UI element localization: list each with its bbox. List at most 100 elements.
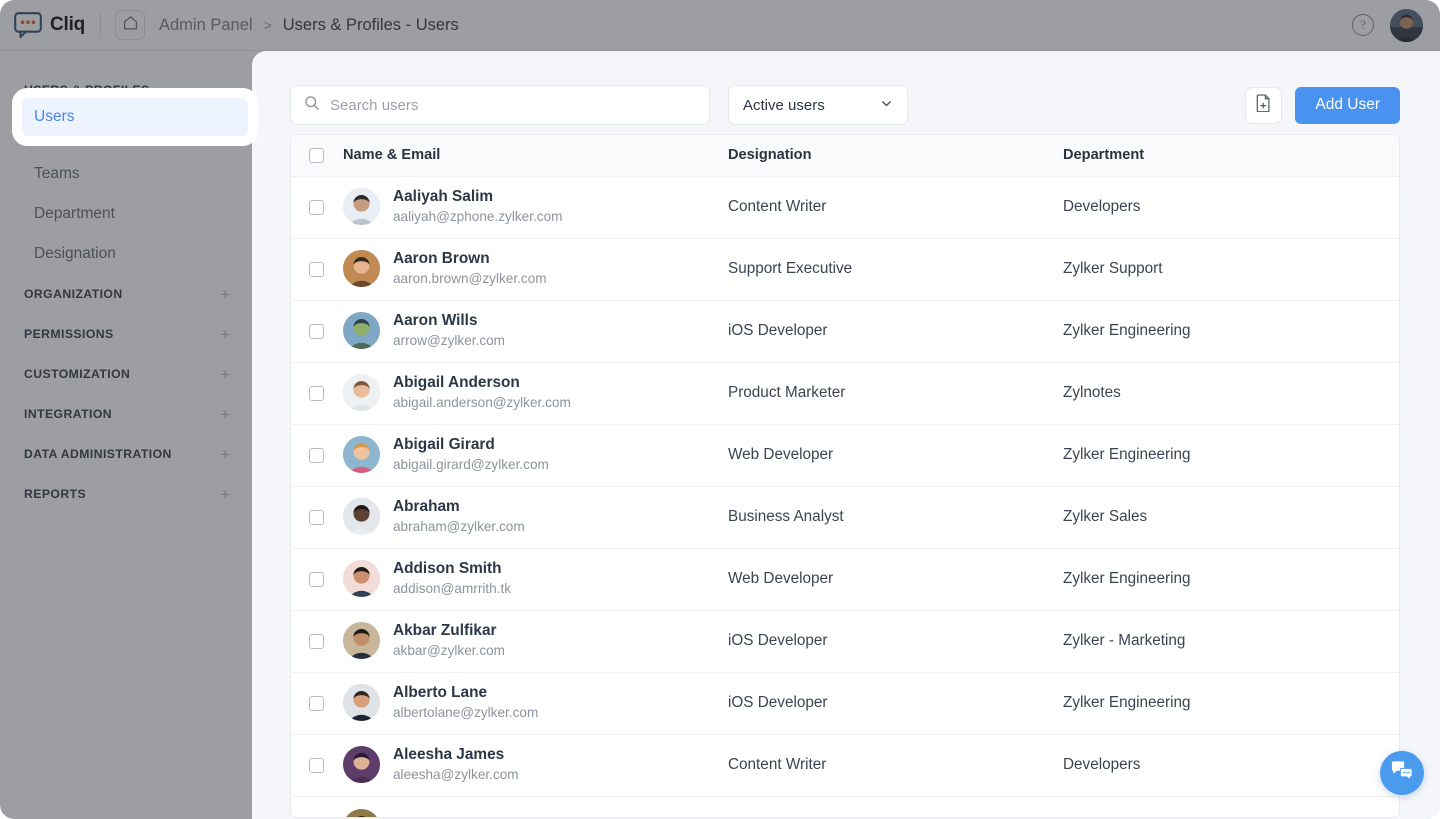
avatar	[343, 684, 380, 722]
row-checkbox[interactable]	[309, 633, 324, 649]
table-row[interactable]: Abigail Anderson abigail.anderson@zylker.…	[291, 362, 1399, 425]
avatar	[343, 188, 380, 226]
filter-selected-value: Active users	[743, 96, 825, 114]
plus-icon[interactable]: +	[220, 286, 230, 303]
sidebar-group-label: INTEGRATION	[24, 407, 113, 421]
person-email: akbar@zylker.com	[393, 643, 506, 659]
sidebar-group-integration[interactable]: INTEGRATION +	[0, 394, 252, 434]
person-identity: Alberto Lane albertolane@zylker.com	[393, 683, 538, 722]
row-checkbox[interactable]	[309, 757, 324, 773]
cell-designation	[728, 796, 1063, 817]
person-identity: Aaron Brown aaron.brown@zylker.com	[393, 249, 547, 288]
cell-name-email: Abigail Anderson abigail.anderson@zylker.…	[343, 362, 728, 425]
avatar[interactable]	[1390, 8, 1423, 42]
cell-department	[1063, 796, 1399, 817]
plus-icon[interactable]: +	[220, 366, 230, 383]
table-row[interactable]: Abraham abraham@zylker.com Business Analys…	[291, 486, 1399, 549]
plus-icon[interactable]: +	[220, 446, 230, 463]
row-checkbox[interactable]	[309, 447, 324, 463]
sidebar-group-reports[interactable]: REPORTS +	[0, 474, 252, 514]
table-row[interactable]: Aaliyah Salim aaliyah@zphone.zylker.com Co…	[291, 176, 1399, 239]
plus-icon[interactable]: +	[220, 486, 230, 503]
person-email: addison@amrrith.tk	[393, 581, 512, 597]
chat-bubbles-icon	[1390, 760, 1414, 787]
row-select-cell	[291, 300, 343, 363]
row-select-cell	[291, 672, 343, 735]
row-checkbox[interactable]	[309, 199, 324, 215]
plus-icon[interactable]: +	[220, 406, 230, 423]
breadcrumb-root[interactable]: Admin Panel	[159, 16, 253, 35]
cell-name-email: Aaliyah Salim aaliyah@zphone.zylker.com	[343, 176, 728, 239]
sidebar-item-label: Teams	[34, 165, 80, 182]
table-row[interactable]: Alberto Lane albertolane@zylker.com iOS De…	[291, 672, 1399, 735]
sidebar-group-customization[interactable]: CUSTOMIZATION +	[0, 354, 252, 394]
row-checkbox[interactable]	[309, 385, 324, 401]
person-identity: Akbar Zulfikar akbar@zylker.com	[393, 621, 505, 660]
search-input[interactable]	[330, 96, 696, 114]
help-question-icon[interactable]: ?	[1352, 14, 1374, 36]
row-checkbox[interactable]	[309, 695, 324, 711]
minus-icon[interactable]: −	[220, 82, 230, 99]
person-name: Addison Smith	[393, 560, 502, 578]
sidebar-item-users-highlight[interactable]: Users	[22, 98, 248, 136]
person-name: Aaron Brown	[393, 250, 490, 268]
sidebar-group-permissions[interactable]: PERMISSIONS +	[0, 314, 252, 354]
person-email: arrow@zylker.com	[393, 333, 505, 349]
cell-designation: Support Executive	[728, 238, 1063, 301]
avatar	[343, 622, 380, 660]
select-all-header	[291, 135, 343, 177]
row-checkbox[interactable]	[309, 261, 324, 277]
import-users-button[interactable]	[1245, 86, 1283, 124]
brand-name: Cliq	[50, 14, 86, 35]
column-header-department[interactable]: Department	[1063, 135, 1399, 177]
add-user-button[interactable]: Add User	[1295, 86, 1400, 124]
column-header-name-email[interactable]: Name & Email	[343, 135, 728, 177]
row-checkbox[interactable]	[309, 571, 324, 587]
table-header-row: Name & Email Designation Department	[291, 135, 1399, 177]
table-row[interactable]: Aleesha James aleesha@zylker.com Content W…	[291, 734, 1399, 797]
sidebar-item-designation[interactable]: Designation	[0, 234, 252, 274]
breadcrumb: Admin Panel > Users & Profiles - Users	[159, 16, 459, 35]
table-row[interactable]: Aaron Brown aaron.brown@zylker.com Support…	[291, 238, 1399, 301]
brand-logo[interactable]: Cliq	[0, 12, 98, 39]
home-icon	[122, 14, 139, 36]
chat-fab-button[interactable]	[1380, 751, 1424, 795]
search-box[interactable]	[290, 85, 710, 125]
table-row[interactable]: Aaron Wills arrow@zylker.com iOS Developer…	[291, 300, 1399, 363]
home-button[interactable]	[115, 10, 145, 40]
person-name: Alberto Lane	[393, 684, 488, 702]
row-select-cell	[291, 424, 343, 487]
cell-department: Zylker Engineering	[1063, 548, 1399, 611]
user-status-filter[interactable]: Active users	[728, 85, 908, 125]
cell-designation: Business Analyst	[728, 486, 1063, 549]
cell-department: Developers	[1063, 734, 1399, 797]
avatar	[343, 374, 380, 412]
sidebar-item-label: Department	[34, 205, 115, 222]
table-row[interactable]: Abigail Girard abigail.girard@zylker.com W…	[291, 424, 1399, 487]
sidebar-group-data-administration[interactable]: DATA ADMINISTRATION +	[0, 434, 252, 474]
row-checkbox[interactable]	[309, 323, 324, 339]
avatar	[343, 808, 380, 817]
cell-department: Zylker Engineering	[1063, 672, 1399, 735]
table-row[interactable]: Alejandro Mendoza	[291, 796, 1399, 817]
person-identity: Addison Smith addison@amrrith.tk	[393, 559, 511, 598]
person-email: aleesha@zylker.com	[393, 767, 519, 783]
row-checkbox[interactable]	[309, 509, 324, 525]
top-bar: Cliq Admin Panel > Users & Profiles - Us…	[0, 0, 1440, 51]
table-row[interactable]: Akbar Zulfikar akbar@zylker.com iOS Develo…	[291, 610, 1399, 673]
cell-designation: Content Writer	[728, 734, 1063, 797]
table-row[interactable]: Addison Smith addison@amrrith.tk Web Devel…	[291, 548, 1399, 611]
sidebar-item-teams[interactable]: Teams	[0, 154, 252, 194]
avatar	[343, 498, 380, 536]
sidebar-group-label: USERS & PROFILES	[24, 83, 150, 97]
person-identity: Abraham abraham@zylker.com	[393, 497, 525, 536]
person-email: aaron.brown@zylker.com	[393, 271, 547, 287]
cell-designation: iOS Developer	[728, 610, 1063, 673]
column-header-designation[interactable]: Designation	[728, 135, 1063, 177]
sidebar-item-department[interactable]: Department	[0, 194, 252, 234]
select-all-checkbox[interactable]	[309, 147, 324, 163]
sidebar-group-organization[interactable]: ORGANIZATION +	[0, 274, 252, 314]
cell-department: Zylker Sales	[1063, 486, 1399, 549]
person-email: abraham@zylker.com	[393, 519, 525, 535]
plus-icon[interactable]: +	[220, 326, 230, 343]
